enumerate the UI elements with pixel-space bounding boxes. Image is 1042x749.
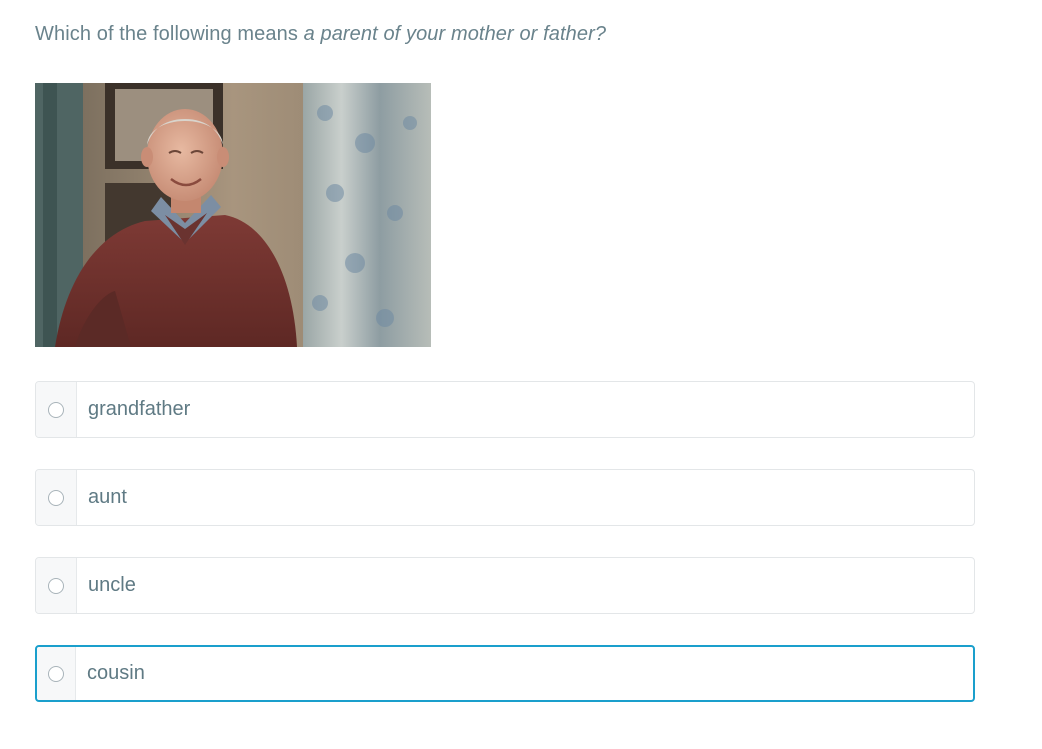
option-uncle[interactable]: uncle xyxy=(35,557,975,614)
radio-cell[interactable] xyxy=(36,382,77,437)
question-prefix: Which of the following means xyxy=(35,23,304,45)
answer-options: grandfather aunt uncle cousin xyxy=(35,381,975,733)
option-label: cousin xyxy=(87,662,145,684)
question-photo xyxy=(35,83,431,347)
question-text: Which of the following means a parent of… xyxy=(35,20,606,48)
radio-cell[interactable] xyxy=(36,558,77,613)
radio-cell[interactable] xyxy=(37,647,76,700)
radio-button[interactable] xyxy=(48,489,64,506)
radio-button[interactable] xyxy=(48,577,64,594)
option-cousin[interactable]: cousin xyxy=(35,645,975,702)
option-label: aunt xyxy=(88,486,127,508)
radio-button[interactable] xyxy=(48,401,64,418)
question-emphasis: a parent of your mother or father? xyxy=(303,23,607,45)
radio-button[interactable] xyxy=(48,665,64,682)
option-aunt[interactable]: aunt xyxy=(35,469,975,526)
option-label: uncle xyxy=(88,574,136,596)
option-label: grandfather xyxy=(88,398,191,420)
radio-cell[interactable] xyxy=(36,470,77,525)
option-grandfather[interactable]: grandfather xyxy=(35,381,975,438)
